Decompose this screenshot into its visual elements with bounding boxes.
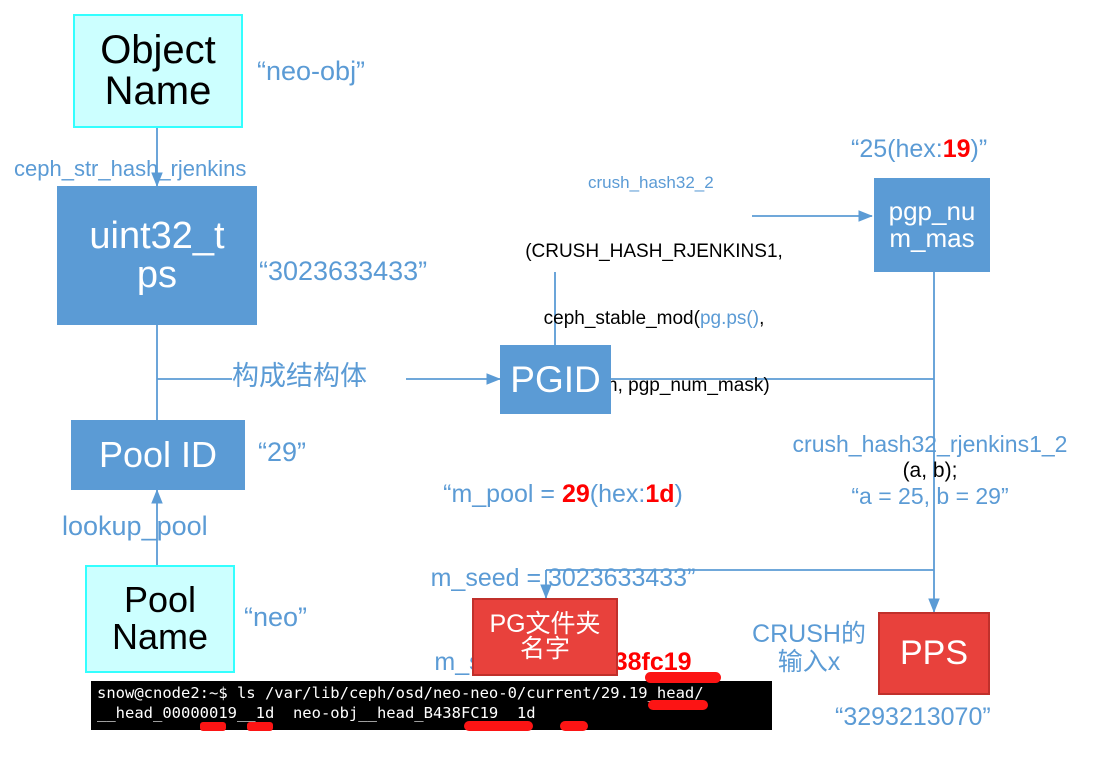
node-pg-folder[interactable]: PG文件夹 名字 — [472, 598, 618, 676]
node-pgid-label: PGID — [510, 358, 601, 400]
pgp-num-mask-value-hex: 19 — [942, 135, 971, 163]
pgid-detail-poolhex: 1d — [645, 480, 675, 508]
crush-hash32-2-line1: (CRUSH_HASH_RJENKINS1, — [525, 240, 783, 262]
node-pgid[interactable]: PGID — [500, 345, 611, 414]
node-object-name-label: Object Name — [100, 28, 216, 113]
edge-label-hash-rjenkins: ceph_str_hash_rjenkins — [14, 156, 247, 181]
terminal-mark-b438fc19 — [464, 721, 533, 731]
node-pgp-num-mask[interactable]: pgp_nu m_mas — [874, 178, 990, 272]
node-uint32-ps-label: uint32_t ps — [89, 214, 225, 296]
crush-rjenkins-2-fn: crush_hash32_rjenkins1_2 — [792, 431, 1068, 457]
node-pg-folder-label: PG文件夹 名字 — [489, 609, 601, 663]
terminal-mark-29dot19 — [648, 700, 708, 710]
pgid-detail-pool: 29 — [561, 480, 590, 508]
pgid-detail-line1: “m_pool = 29(hex:1d) — [408, 480, 718, 508]
node-pool-name-label: Pool Name — [111, 579, 209, 657]
node-pps[interactable]: PPS — [878, 612, 990, 695]
terminal-line-2: __head_00000019__1d neo-obj__head_B438FC… — [97, 704, 536, 722]
pgid-detail-l1e: ) — [674, 480, 683, 508]
node-object-name[interactable]: Object Name — [73, 14, 243, 128]
diagram-canvas: Object Name “neo-obj” ceph_str_hash_rjen… — [0, 0, 1109, 758]
crush-hash32-2-pgps: pg.ps() — [699, 308, 760, 330]
crush-hash32-2-fn: crush_hash32_2 — [588, 173, 714, 192]
crush-rjenkins-2-args: (a, b); — [902, 458, 958, 482]
node-pgp-num-mask-label: pgp_nu m_mas — [888, 196, 976, 253]
pgp-num-mask-value: “25(hex:19)” — [851, 135, 987, 163]
terminal-mark-1d-right — [560, 721, 588, 731]
pgid-detail-line2: m_seed = 3023633433” — [430, 564, 696, 592]
node-uint32-ps[interactable]: uint32_t ps — [57, 186, 257, 325]
edge-label-compose-struct: 构成结构体 — [232, 361, 367, 391]
pgp-num-mask-value-tail: )” — [970, 135, 988, 163]
terminal-mark-left-2 — [247, 722, 273, 731]
edge-label-crush-input: CRUSH的 输入x — [752, 620, 866, 676]
uint32-ps-value: “3023633433” — [259, 256, 428, 286]
pps-value: “3293213070” — [835, 703, 991, 731]
terminal-mark-1d-left — [200, 722, 226, 731]
terminal-line-1: snow@cnode2:~$ ls /var/lib/ceph/osd/neo-… — [97, 684, 704, 702]
crush-rjenkins-2-block: crush_hash32_rjenkins1_2 (a, b); “a = 25… — [762, 431, 1098, 511]
pool-name-value: “neo” — [244, 602, 308, 632]
crush-hash32-2-line2-c: , — [759, 308, 765, 330]
node-pps-label: PPS — [899, 634, 969, 673]
node-pool-id-label: Pool ID — [98, 433, 218, 475]
node-pool-name[interactable]: Pool Name — [85, 565, 235, 673]
crush-hash32-2-line2: ceph_stable_mod(pg.ps(), — [516, 308, 792, 330]
crush-rjenkins-2-values: “a = 25, b = 29” — [851, 482, 1009, 509]
terminal-mark-pgid-top — [645, 672, 721, 683]
edge-label-lookup-pool: lookup_pool — [62, 511, 208, 541]
pgp-num-mask-value-head: “25(hex: — [851, 135, 943, 163]
object-name-value: “neo-obj” — [257, 56, 366, 86]
node-pool-id[interactable]: Pool ID — [71, 420, 245, 490]
pool-id-value: “29” — [258, 437, 307, 467]
crush-hash32-2-line2-a: ceph_stable_mod( — [543, 308, 700, 330]
pgid-detail-l1a: “m_pool = — [443, 480, 562, 508]
pgid-detail-l1c: (hex: — [589, 480, 646, 508]
